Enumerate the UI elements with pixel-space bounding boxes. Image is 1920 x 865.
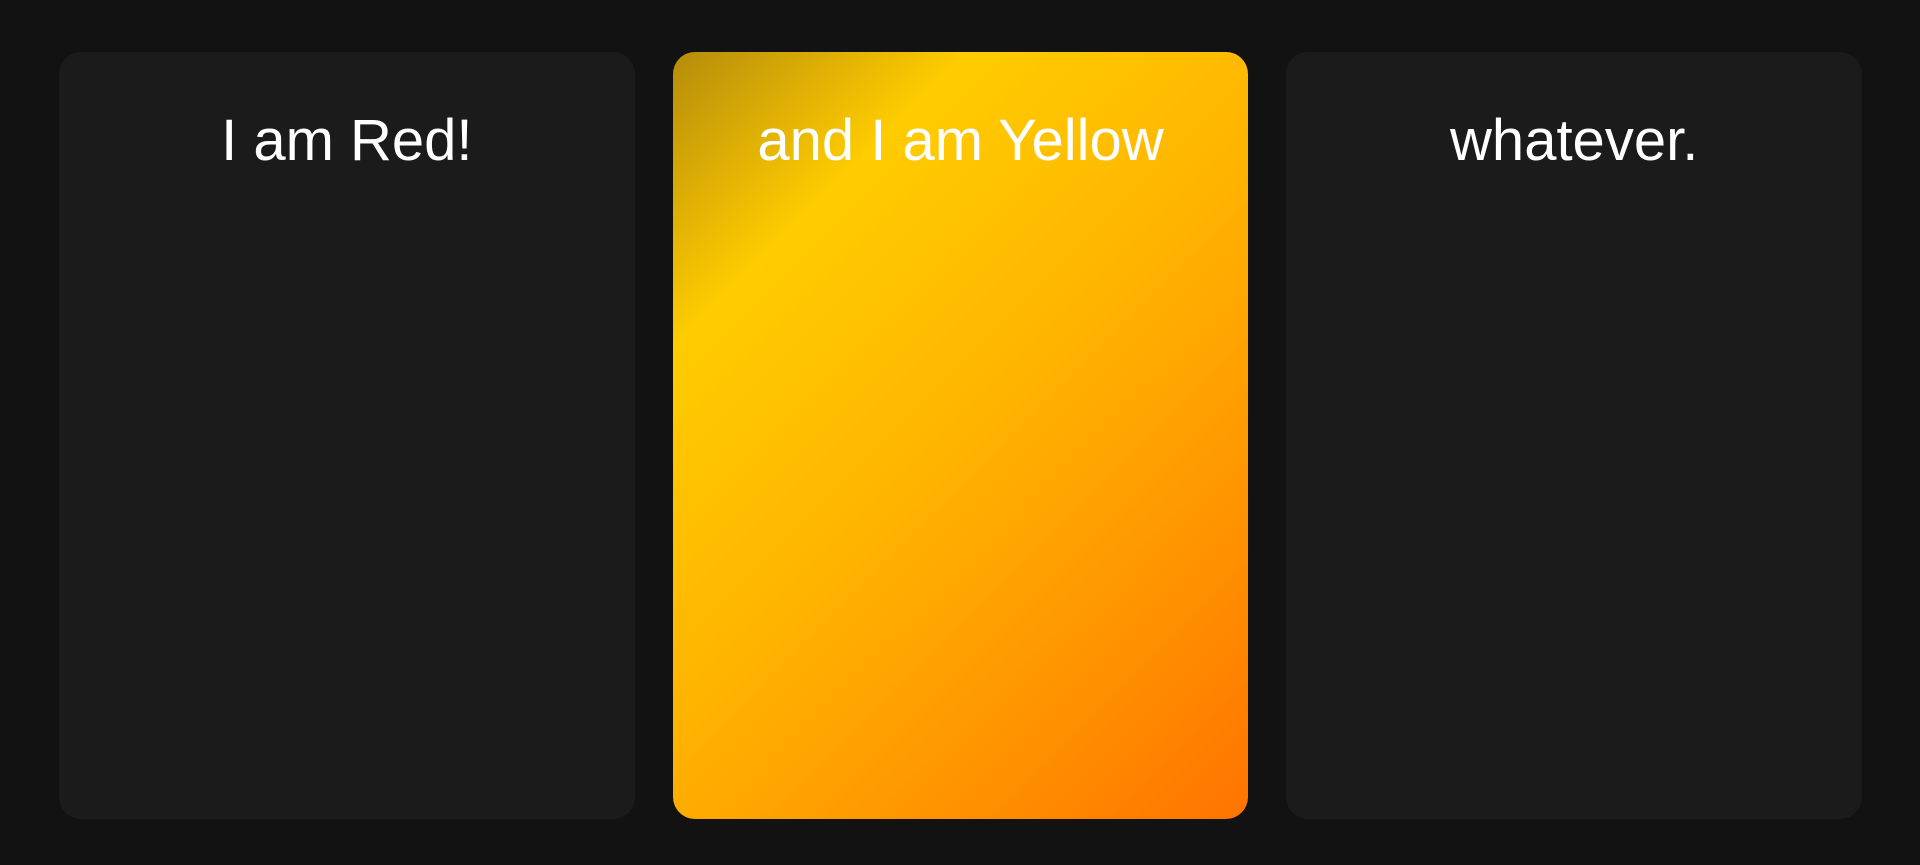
card-whatever-title: whatever. (1450, 108, 1699, 173)
card-yellow[interactable]: and I am Yellow (672, 52, 1249, 819)
card-red-title: I am Red! (221, 108, 473, 173)
card-row: I am Red! and I am Yellow whatever. (59, 52, 1863, 819)
card-whatever[interactable]: whatever. (1286, 52, 1863, 819)
card-yellow-title: and I am Yellow (757, 108, 1164, 173)
card-red[interactable]: I am Red! (59, 52, 635, 819)
page: I am Red! and I am Yellow whatever. (0, 0, 1920, 865)
